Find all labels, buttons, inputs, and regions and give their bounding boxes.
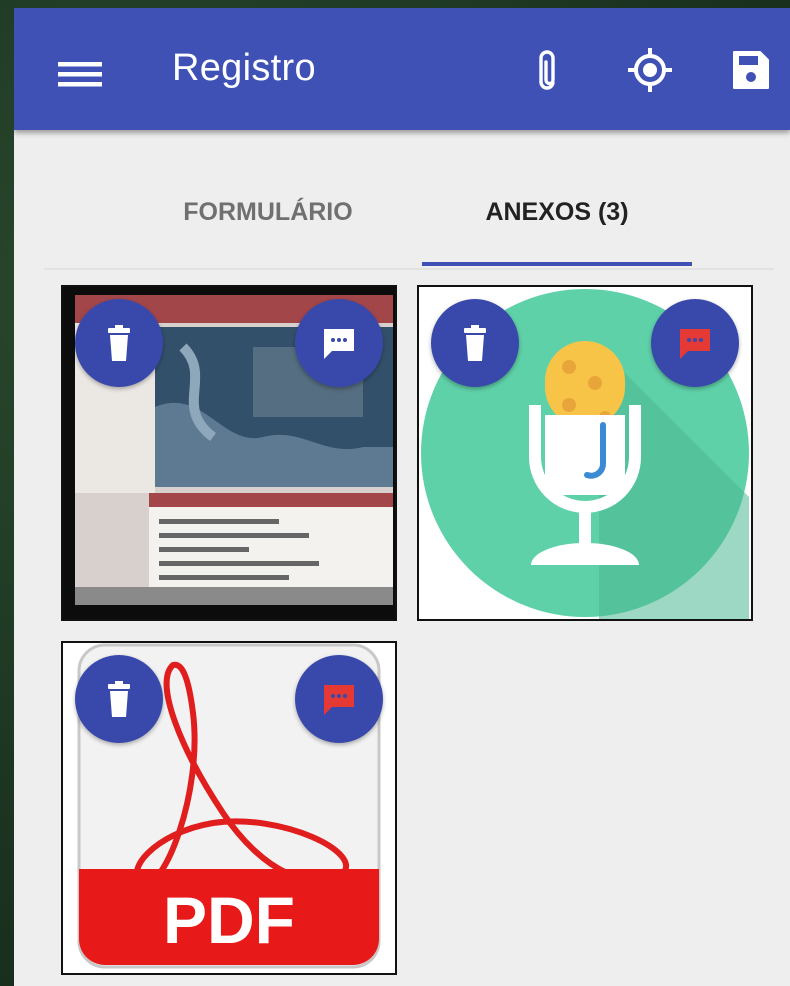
comment-button[interactable] — [295, 299, 383, 387]
menu-button[interactable] — [58, 54, 102, 94]
comment-flagged-icon — [680, 329, 710, 359]
app-bar: Registro — [14, 8, 790, 130]
tab-formulario[interactable]: FORMULÁRIO — [138, 180, 398, 244]
delete-button[interactable] — [431, 299, 519, 387]
app-window: Registro FORMULÁRIO ANEXOS (3) PDF — [14, 8, 790, 986]
trash-icon — [464, 325, 486, 361]
comment-icon — [324, 329, 354, 359]
tab-anexos[interactable]: ANEXOS (3) — [422, 180, 692, 244]
trash-icon — [108, 325, 130, 361]
save-button[interactable] — [722, 42, 778, 98]
paperclip-icon — [539, 50, 555, 90]
save-icon — [733, 51, 769, 89]
attachment-pdf[interactable]: PDF — [61, 641, 397, 975]
trash-icon — [108, 681, 130, 717]
delete-button[interactable] — [75, 299, 163, 387]
pdf-badge-label: PDF — [163, 883, 295, 957]
menu-icon — [58, 62, 102, 87]
comment-flagged-icon — [324, 685, 354, 715]
location-button[interactable] — [622, 42, 678, 98]
attach-button[interactable] — [519, 42, 575, 98]
attachment-photo[interactable] — [61, 285, 397, 621]
active-tab-indicator — [422, 262, 692, 266]
delete-button[interactable] — [75, 655, 163, 743]
gps-fixed-icon — [628, 48, 672, 92]
comment-button[interactable] — [651, 299, 739, 387]
page-title: Registro — [172, 47, 316, 89]
comment-button[interactable] — [295, 655, 383, 743]
attachment-audio[interactable] — [417, 285, 753, 621]
tab-bar: FORMULÁRIO ANEXOS (3) — [44, 130, 774, 270]
